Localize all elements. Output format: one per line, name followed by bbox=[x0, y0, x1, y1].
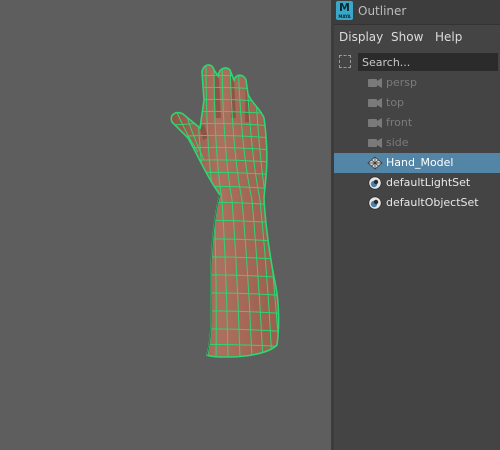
camera-icon bbox=[368, 98, 382, 108]
mesh-transform-icon bbox=[367, 156, 383, 170]
tree-item-label: side bbox=[386, 136, 409, 149]
tree-item-side[interactable]: side bbox=[334, 133, 500, 153]
filter-icon[interactable] bbox=[339, 55, 351, 68]
tree-item-top[interactable]: top bbox=[334, 93, 500, 113]
set-icon bbox=[368, 176, 382, 190]
tree-item-persp[interactable]: persp bbox=[334, 73, 500, 93]
outliner-panel: M MAYA Outliner Display Show Help persp … bbox=[334, 0, 500, 450]
hand-model-mesh[interactable] bbox=[0, 0, 331, 450]
tree-item-front[interactable]: front bbox=[334, 113, 500, 133]
menu-help[interactable]: Help bbox=[435, 30, 462, 44]
tree-item-label: defaultLightSet bbox=[386, 176, 471, 189]
outliner-title: Outliner bbox=[358, 4, 407, 18]
search-input[interactable] bbox=[358, 53, 498, 71]
camera-icon bbox=[368, 78, 382, 88]
outliner-menubar: Display Show Help bbox=[334, 25, 500, 49]
menu-show[interactable]: Show bbox=[391, 30, 423, 44]
menu-display[interactable]: Display bbox=[339, 30, 383, 44]
camera-icon bbox=[368, 138, 382, 148]
tree-item-default-light-set[interactable]: defaultLightSet bbox=[334, 173, 500, 193]
tree-item-label: top bbox=[386, 96, 405, 109]
maya-logo-icon: M MAYA bbox=[336, 1, 353, 20]
search-row bbox=[334, 50, 500, 74]
tree-item-label: front bbox=[386, 116, 413, 129]
tree-item-label: defaultObjectSet bbox=[386, 196, 479, 209]
tree-item-label: Hand_Model bbox=[386, 156, 454, 169]
3d-viewport[interactable] bbox=[0, 0, 331, 450]
maya-logo-subtext: MAYA bbox=[338, 14, 351, 19]
camera-icon bbox=[368, 118, 382, 128]
tree-item-hand-model[interactable]: Hand_Model bbox=[334, 153, 500, 173]
tree-item-label: persp bbox=[386, 76, 417, 89]
outliner-titlebar[interactable]: M MAYA Outliner bbox=[334, 0, 500, 25]
maya-logo-letter: M bbox=[339, 1, 350, 14]
tree-item-default-object-set[interactable]: defaultObjectSet bbox=[334, 193, 500, 213]
set-icon bbox=[368, 196, 382, 210]
